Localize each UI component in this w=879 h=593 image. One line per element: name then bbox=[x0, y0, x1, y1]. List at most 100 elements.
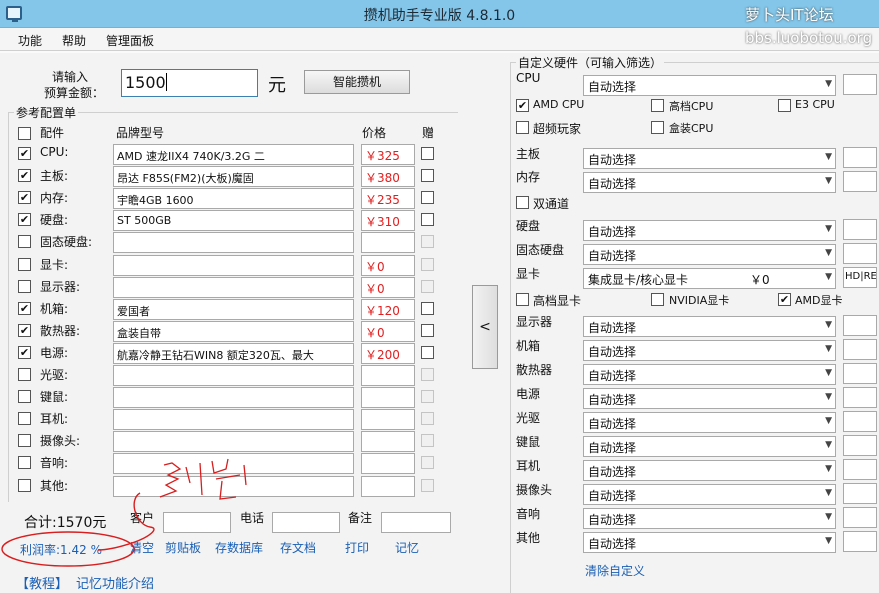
psu-model-field[interactable]: 航嘉冷静王钻石WIN8 额定320瓦、最大 bbox=[113, 342, 354, 364]
speaker-price-field[interactable] bbox=[361, 453, 415, 475]
ssd-price-field[interactable] bbox=[361, 232, 415, 254]
custom-optical-select[interactable]: 自动选择 ▼ bbox=[583, 412, 836, 433]
motherboard-gift-checkbox[interactable] bbox=[421, 169, 434, 183]
monitor-checkbox[interactable] bbox=[18, 279, 31, 293]
custom-monitor-select[interactable]: 自动选择 ▼ bbox=[583, 316, 836, 337]
motherboard-checkbox[interactable]: ✔ bbox=[18, 169, 31, 183]
memory-select[interactable]: 自动选择 ▼ bbox=[583, 172, 836, 193]
gpu-select[interactable]: 集成显卡/核心显卡 ￥0 ▼ bbox=[583, 268, 836, 289]
gpu-filter-input[interactable]: HD|RE bbox=[843, 267, 877, 288]
custom-monitor-filter-input[interactable] bbox=[843, 315, 877, 336]
note-input[interactable] bbox=[381, 512, 451, 533]
cooler-price-field[interactable]: ￥0 bbox=[361, 320, 415, 342]
cpu-gift-checkbox[interactable] bbox=[421, 147, 434, 160]
motherboard-filter-input[interactable] bbox=[843, 147, 877, 168]
keyboard-mouse-price-field[interactable] bbox=[361, 387, 415, 409]
save-document-link[interactable]: 存文档 bbox=[280, 539, 316, 556]
case-price-field[interactable]: ￥120 bbox=[361, 298, 415, 320]
amd-gpu-checkbox[interactable]: ✔ bbox=[778, 293, 791, 306]
custom-other-filter-input[interactable] bbox=[843, 531, 877, 552]
hdd-gift-checkbox[interactable] bbox=[421, 213, 434, 227]
amd-cpu-checkbox[interactable]: ✔ bbox=[516, 99, 529, 112]
cpu-filter-input[interactable] bbox=[843, 74, 877, 95]
keyboard-mouse-model-field[interactable] bbox=[113, 387, 354, 409]
headphone-gift-checkbox[interactable] bbox=[421, 412, 434, 426]
gpu-price-field[interactable]: ￥0 bbox=[361, 254, 415, 276]
cooler-gift-checkbox[interactable] bbox=[421, 323, 434, 337]
cpu-model-field[interactable]: AMD 速龙IIX4 740K/3.2G 二 bbox=[113, 144, 354, 165]
budget-input[interactable]: 1500 bbox=[121, 69, 258, 97]
ssd-model-field[interactable] bbox=[113, 232, 354, 254]
headphone-price-field[interactable] bbox=[361, 409, 415, 431]
boxed-cpu-checkbox[interactable] bbox=[651, 121, 664, 134]
motherboard-select[interactable]: 自动选择 ▼ bbox=[583, 148, 836, 169]
other-gift-checkbox[interactable] bbox=[421, 478, 434, 492]
e3-cpu-checkbox[interactable] bbox=[778, 99, 791, 112]
hdd-select[interactable]: 自动选择 ▼ bbox=[583, 220, 836, 241]
high-end-gpu-checkbox[interactable] bbox=[516, 293, 529, 306]
ssd-select[interactable]: 自动选择 ▼ bbox=[583, 244, 836, 265]
dual-channel-checkbox[interactable] bbox=[516, 196, 529, 209]
custom-case-select[interactable]: 自动选择 ▼ bbox=[583, 340, 836, 361]
overclock-checkbox[interactable] bbox=[516, 121, 529, 134]
headphone-model-field[interactable] bbox=[113, 409, 354, 431]
webcam-checkbox[interactable] bbox=[18, 434, 31, 448]
cpu-checkbox[interactable]: ✔ bbox=[18, 147, 31, 160]
ssd-filter-input[interactable] bbox=[843, 243, 877, 264]
ssd-gift-checkbox[interactable] bbox=[421, 235, 434, 249]
high-end-cpu-checkbox[interactable] bbox=[651, 99, 664, 112]
custom-keyboard-mouse-filter-input[interactable] bbox=[843, 435, 877, 456]
psu-price-field[interactable]: ￥200 bbox=[361, 342, 415, 364]
keyboard-mouse-checkbox[interactable] bbox=[18, 390, 31, 404]
webcam-model-field[interactable] bbox=[113, 431, 354, 453]
case-checkbox[interactable]: ✔ bbox=[18, 301, 31, 315]
custom-other-select[interactable]: 自动选择 ▼ bbox=[583, 532, 836, 553]
nvidia-gpu-checkbox[interactable] bbox=[651, 293, 664, 306]
hdd-filter-input[interactable] bbox=[843, 219, 877, 240]
cooler-model-field[interactable]: 盒装自带 bbox=[113, 320, 354, 342]
memory-filter-input[interactable] bbox=[843, 171, 877, 192]
custom-webcam-filter-input[interactable] bbox=[843, 483, 877, 504]
custom-speaker-select[interactable]: 自动选择 ▼ bbox=[583, 508, 836, 529]
motherboard-model-field[interactable]: 昂达 F85S(FM2)(大板)魔固 bbox=[113, 166, 354, 188]
hdd-model-field[interactable]: ST 500GB bbox=[113, 210, 354, 232]
memory-link[interactable]: 记忆 bbox=[395, 539, 419, 556]
memory-checkbox[interactable]: ✔ bbox=[18, 191, 31, 205]
custom-cooler-filter-input[interactable] bbox=[843, 363, 877, 384]
phone-input[interactable] bbox=[272, 512, 340, 533]
custom-speaker-filter-input[interactable] bbox=[843, 507, 877, 528]
other-price-field[interactable] bbox=[361, 475, 415, 497]
custom-case-filter-input[interactable] bbox=[843, 339, 877, 360]
motherboard-price-field[interactable]: ￥380 bbox=[361, 166, 415, 188]
gpu-model-field[interactable] bbox=[113, 254, 354, 276]
select-all-checkbox[interactable] bbox=[18, 127, 31, 140]
custom-psu-filter-input[interactable] bbox=[843, 387, 877, 408]
smart-build-button[interactable]: 智能攒机 bbox=[304, 70, 410, 94]
optical-model-field[interactable] bbox=[113, 365, 354, 386]
custom-keyboard-mouse-select[interactable]: 自动选择 ▼ bbox=[583, 436, 836, 457]
case-gift-checkbox[interactable] bbox=[421, 301, 434, 315]
menu-help[interactable]: 帮助 bbox=[62, 32, 86, 49]
headphone-checkbox[interactable] bbox=[18, 412, 31, 426]
custom-cooler-select[interactable]: 自动选择 ▼ bbox=[583, 364, 836, 385]
cpu-select[interactable]: 自动选择 ▼ bbox=[583, 75, 836, 96]
memory-model-field[interactable]: 宇瞻4GB 1600 bbox=[113, 188, 354, 210]
psu-checkbox[interactable]: ✔ bbox=[18, 345, 31, 359]
monitor-gift-checkbox[interactable] bbox=[421, 279, 434, 293]
menu-admin-panel[interactable]: 管理面板 bbox=[106, 32, 154, 49]
webcam-price-field[interactable] bbox=[361, 431, 415, 453]
print-link[interactable]: 打印 bbox=[345, 539, 369, 556]
custom-webcam-select[interactable]: 自动选择 ▼ bbox=[583, 484, 836, 505]
gpu-checkbox[interactable] bbox=[18, 257, 31, 271]
ssd-checkbox[interactable] bbox=[18, 235, 31, 249]
hdd-price-field[interactable]: ￥310 bbox=[361, 210, 415, 232]
memory-price-field[interactable]: ￥235 bbox=[361, 188, 415, 210]
custom-headphone-select[interactable]: 自动选择 ▼ bbox=[583, 460, 836, 481]
cooler-checkbox[interactable]: ✔ bbox=[18, 323, 31, 337]
memory-gift-checkbox[interactable] bbox=[421, 191, 434, 205]
case-model-field[interactable]: 爱国者 bbox=[113, 298, 354, 320]
keyboard-mouse-gift-checkbox[interactable] bbox=[421, 390, 434, 404]
optical-gift-checkbox[interactable] bbox=[421, 368, 434, 381]
custom-psu-select[interactable]: 自动选择 ▼ bbox=[583, 388, 836, 409]
hdd-checkbox[interactable]: ✔ bbox=[18, 213, 31, 227]
